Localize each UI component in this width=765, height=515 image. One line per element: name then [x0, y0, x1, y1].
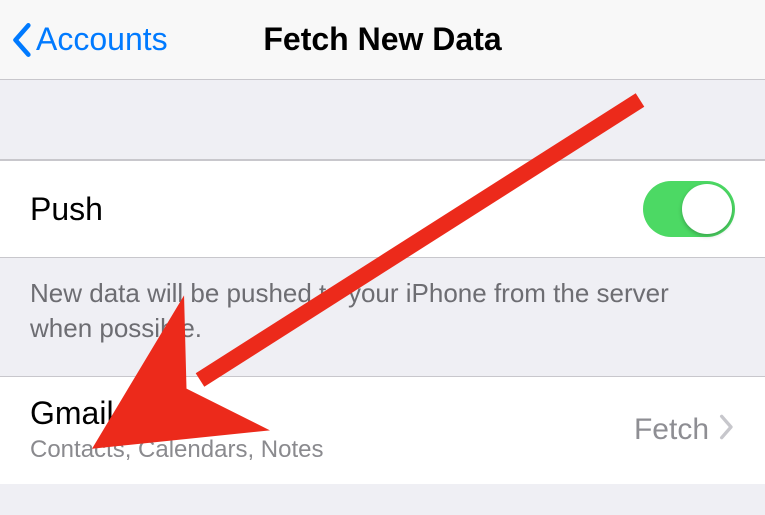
push-footnote: New data will be pushed to your iPhone f… — [0, 258, 765, 376]
push-row: Push — [0, 160, 765, 258]
section-gap — [0, 80, 765, 160]
account-text: Gmail Contacts, Calendars, Notes — [30, 395, 634, 464]
account-row-gmail[interactable]: Gmail Contacts, Calendars, Notes Fetch — [0, 376, 765, 484]
account-mode: Fetch — [634, 413, 709, 447]
back-button[interactable]: Accounts — [0, 21, 168, 59]
toggle-knob — [682, 184, 732, 234]
chevron-left-icon — [10, 21, 32, 59]
push-label: Push — [30, 191, 643, 228]
account-name: Gmail — [30, 395, 634, 432]
navbar: Accounts Fetch New Data — [0, 0, 765, 80]
back-label: Accounts — [36, 21, 168, 58]
account-subtitle: Contacts, Calendars, Notes — [30, 436, 634, 464]
chevron-right-icon — [719, 413, 735, 446]
push-toggle[interactable] — [643, 181, 735, 237]
